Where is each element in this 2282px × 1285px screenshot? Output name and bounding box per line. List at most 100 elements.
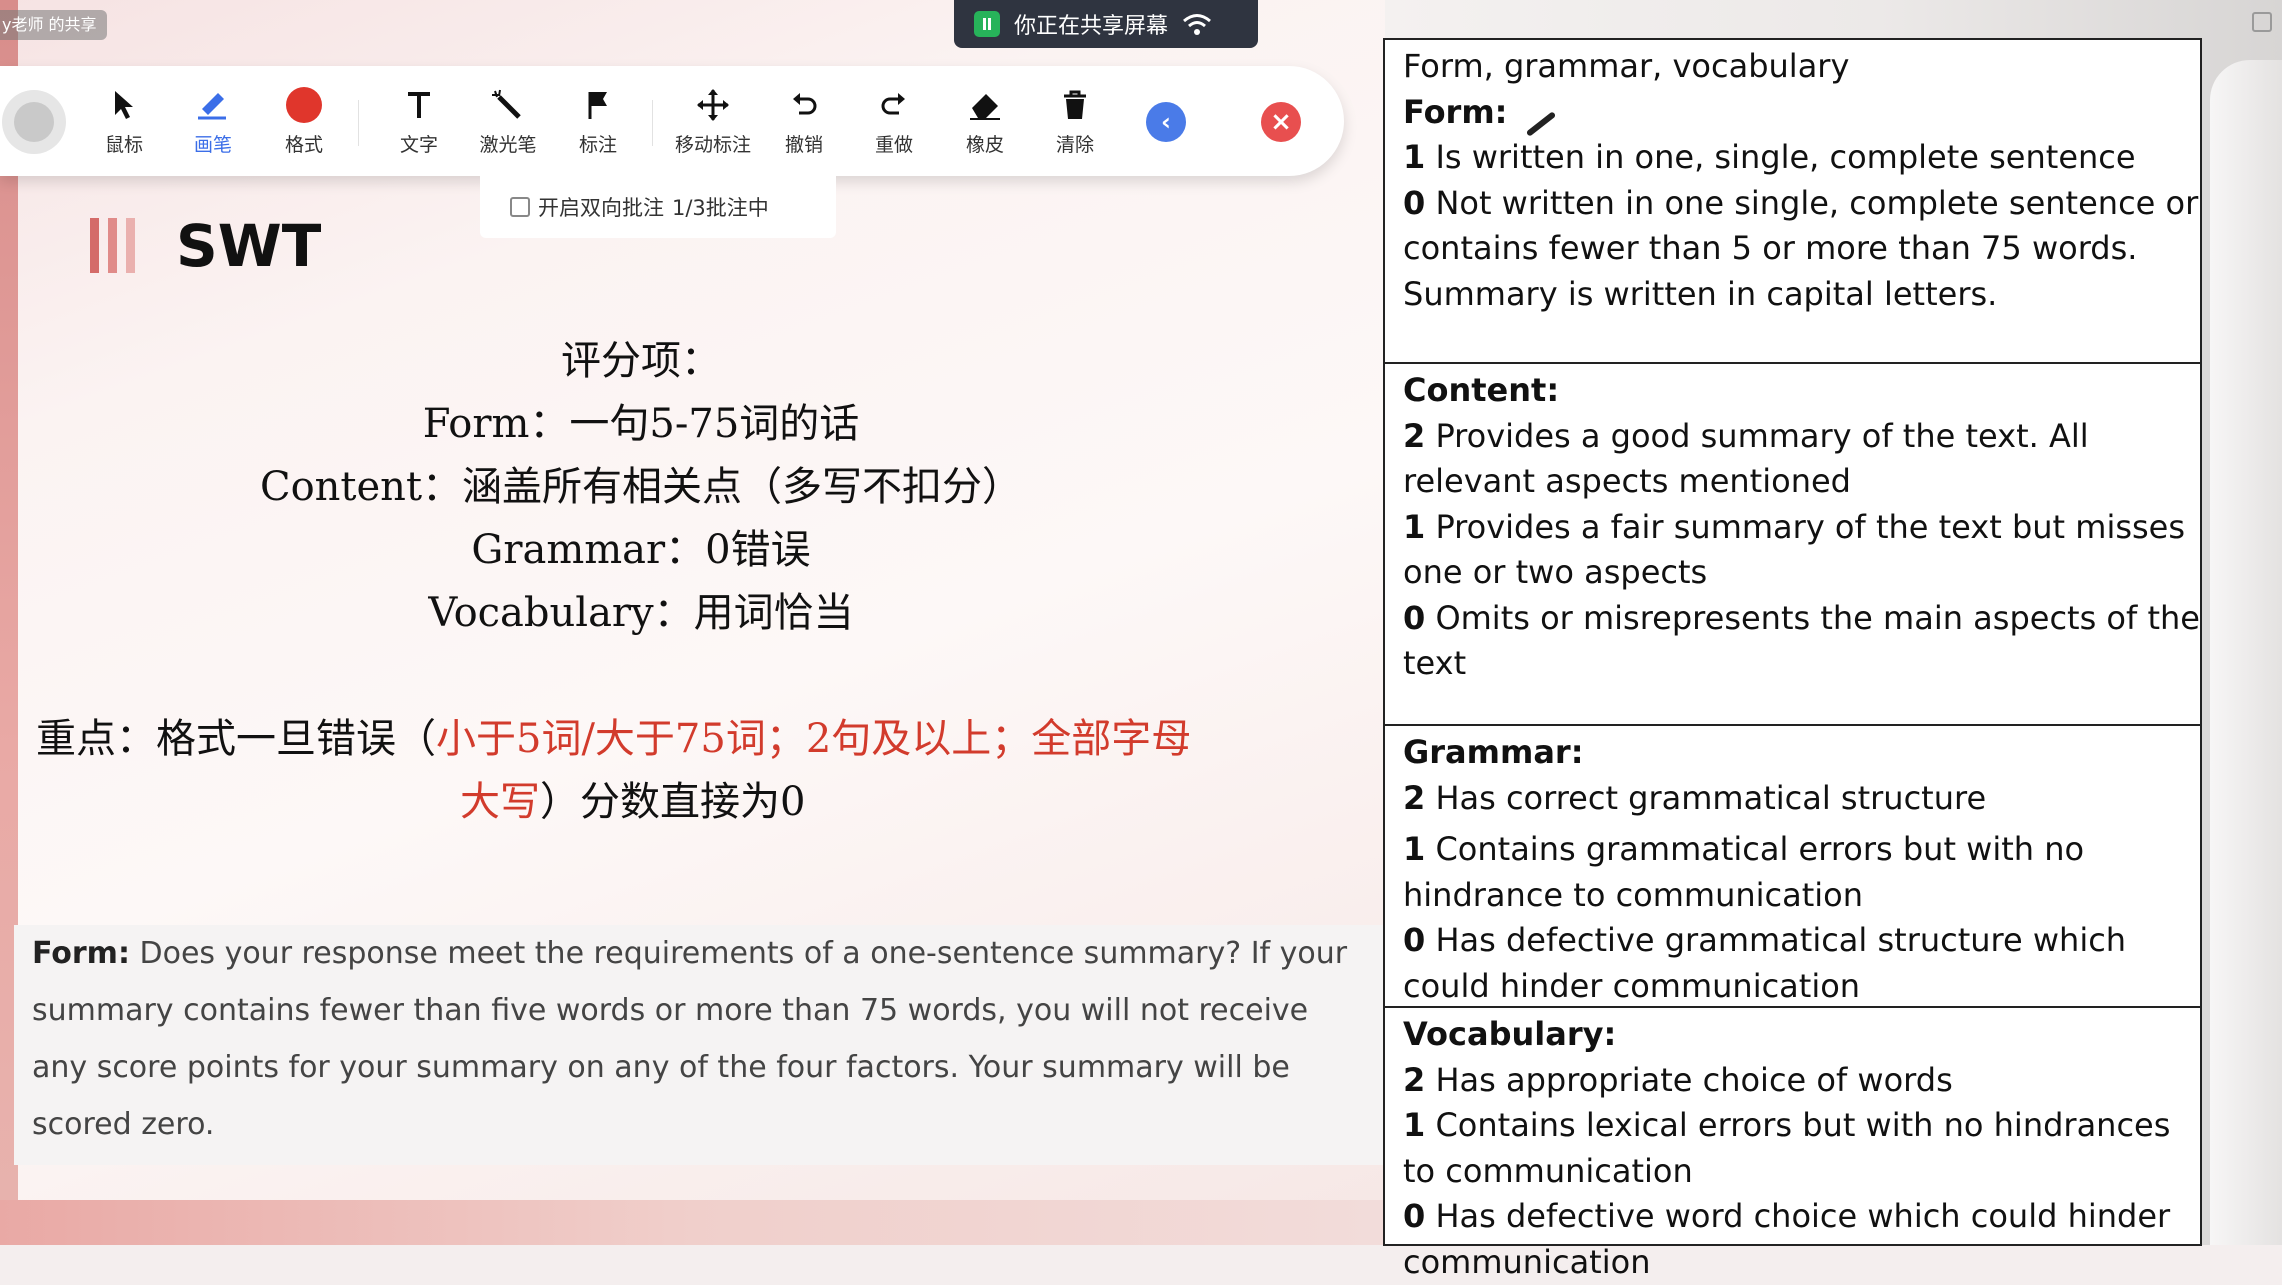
text-icon — [408, 92, 430, 118]
rubric-score: 0 — [1403, 183, 1426, 222]
rubric-section-title: Grammar: — [1403, 733, 1584, 771]
tool-label: 撤销 — [784, 134, 823, 156]
tool-redo[interactable]: 重做 — [852, 80, 936, 166]
tool-label: 文字 — [399, 134, 438, 156]
title-accent-bars — [90, 218, 135, 273]
slide-title: SWT — [176, 212, 322, 280]
tool-label: 移动标注 — [674, 134, 751, 156]
chevron-left-icon: ‹ — [1161, 108, 1171, 136]
rubric-score: 0 — [1403, 598, 1426, 637]
close-icon: × — [1270, 107, 1292, 137]
rubric-score: 1 — [1403, 830, 1426, 868]
rubric-item: 0 Has defective grammatical structure wh… — [1403, 918, 2200, 1009]
rubric-item: 2 Has correct grammatical structure — [1403, 776, 2200, 822]
bidirectional-annotation-bar: 开启双向批注 1/3批注中 — [480, 176, 836, 238]
tool-label: 鼠标 — [104, 134, 143, 156]
rubric-section-title: Vocabulary: — [1403, 1015, 1617, 1053]
annotation-status: 1/3批注中 — [672, 196, 769, 220]
tool-eraser[interactable]: 橡皮 — [943, 80, 1027, 166]
rubric-item: 0 Omits or misrepresents the main aspect… — [1403, 596, 2200, 687]
criteria-line: Grammar：0错误 — [471, 527, 811, 573]
rubric-text: Provides a good summary of the text. All… — [1403, 416, 2089, 501]
tool-label: 清除 — [1055, 134, 1094, 156]
key-point-suffix: ）分数直接为0 — [540, 779, 806, 825]
key-point-prefix: 重点：格式一旦错误（ — [36, 716, 436, 762]
rubric-item: 2 Has appropriate choice of words — [1403, 1058, 2200, 1104]
tool-laser[interactable]: 激光笔 — [466, 80, 550, 166]
rubric-content-box: Content: 2 Provides a good summary of th… — [1383, 362, 2202, 726]
rubric-score: 0 — [1403, 921, 1426, 959]
rubric-form-box: Form, grammar, vocabulary Form: 1 Is wri… — [1383, 38, 2202, 364]
rubric-text: Has defective word choice which could hi… — [1403, 1197, 2171, 1281]
fullscreen-icon[interactable] — [2252, 12, 2272, 32]
annotation-toolbar: 鼠标 画笔 格式 文字 激光笔 标注 移动标注 撤销 重做 橡皮 清除 ‹ × — [0, 66, 1344, 176]
close-toolbar-button[interactable]: × — [1261, 102, 1301, 142]
move-icon — [697, 89, 729, 121]
rubric-text: Contains grammatical errors but with no … — [1403, 830, 2085, 914]
rubric-item: 1 Provides a fair summary of the text bu… — [1403, 505, 2200, 596]
rubric-text: Contains lexical errors but with no hind… — [1403, 1106, 2171, 1190]
tool-move-annotation[interactable]: 移动标注 — [671, 80, 755, 166]
form-note-label: Form: — [32, 936, 130, 971]
tool-label: 标注 — [578, 134, 617, 156]
palette-icon[interactable] — [2, 90, 66, 154]
wifi-icon — [1183, 14, 1211, 35]
criteria-line: 评分项： — [561, 338, 721, 384]
form-note-text: Does your response meet the requirements… — [32, 936, 1348, 1142]
sharing-banner-text: 你正在共享屏幕 — [1014, 14, 1169, 39]
rubric-score: 1 — [1403, 138, 1426, 176]
criteria-line: Form：一句5-75词的话 — [422, 401, 860, 447]
tool-label: 激光笔 — [479, 134, 537, 156]
right-panel-edge — [2210, 60, 2282, 1245]
rubric-text: Has defective grammatical structure whic… — [1403, 921, 2127, 1005]
flag-icon — [588, 92, 607, 119]
bidirectional-annotation-checkbox[interactable] — [510, 197, 530, 217]
rubric-heading: Form, grammar, vocabulary — [1403, 47, 1850, 85]
screen-sharing-banner[interactable]: 你正在共享屏幕 — [954, 0, 1258, 48]
rubric-item: 0 Has defective word choice which could … — [1403, 1194, 2200, 1285]
rubric-section-title: Form: — [1403, 92, 1508, 131]
key-point-highlight: 小于5词/大于75词；2句及以上；全部字母 — [436, 716, 1192, 762]
rubric-text: Omits or misrepresents the main aspects … — [1403, 598, 2200, 683]
rubric-item: 1 Contains lexical errors but with no hi… — [1403, 1103, 2200, 1194]
trash-icon — [1064, 90, 1086, 119]
share-source-label: y老师 的共享 — [0, 10, 107, 40]
rubric-vocabulary-box: Vocabulary: 2 Has appropriate choice of … — [1383, 1006, 2202, 1281]
rubric-text: Provides a fair summary of the text but … — [1403, 507, 2186, 592]
cursor-icon — [115, 91, 133, 119]
eraser-icon — [970, 94, 1000, 120]
tool-mouse[interactable]: 鼠标 — [82, 80, 166, 166]
rubric-text: Has appropriate choice of words — [1425, 1060, 1953, 1099]
key-point-highlight: 大写 — [460, 779, 540, 825]
tool-clear[interactable]: 清除 — [1033, 80, 1117, 166]
rubric-score: 0 — [1403, 1197, 1426, 1235]
tool-undo[interactable]: 撤销 — [762, 80, 846, 166]
rubric-text: Not written in one single, complete sent… — [1403, 183, 2199, 313]
key-point: 重点：格式一旦错误（小于5词/大于75词；2句及以上；全部字母 大写）分数直接为… — [36, 708, 1296, 834]
rubric-score: 1 — [1403, 1106, 1426, 1144]
toolbar-separator — [358, 100, 359, 146]
criteria-line: Content：涵盖所有相关点（多写不扣分） — [259, 464, 1023, 510]
tool-label: 画笔 — [193, 134, 232, 156]
tool-label: 重做 — [874, 134, 913, 156]
tool-label: 橡皮 — [965, 134, 1004, 156]
rubric-item: 0 Not written in one single, complete se… — [1403, 181, 2200, 318]
tool-label: 格式 — [284, 134, 323, 156]
collapse-toolbar-button[interactable]: ‹ — [1146, 102, 1186, 142]
pause-share-icon[interactable] — [974, 11, 1000, 37]
slide-bottom-band — [0, 1200, 1385, 1245]
form-note: Form: Does your response meet the requir… — [14, 925, 1385, 1165]
rubric-item: 2 Provides a good summary of the text. A… — [1403, 414, 2200, 505]
tool-annotate[interactable]: 标注 — [556, 80, 640, 166]
rubric-score: 2 — [1403, 1060, 1426, 1099]
tool-text[interactable]: 文字 — [377, 80, 461, 166]
rubric-grammar-box: Grammar: 2 Has correct grammatical struc… — [1383, 724, 2202, 1008]
rubric-score: 1 — [1403, 507, 1426, 546]
tool-format[interactable]: 格式 — [262, 80, 346, 166]
tool-pen[interactable]: 画笔 — [171, 80, 255, 166]
rubric-score: 2 — [1403, 416, 1426, 455]
criteria-line: Vocabulary：用词恰当 — [428, 590, 854, 636]
laser-pointer-icon — [492, 89, 521, 119]
redo-icon — [881, 93, 905, 115]
color-dot-icon — [286, 87, 322, 123]
